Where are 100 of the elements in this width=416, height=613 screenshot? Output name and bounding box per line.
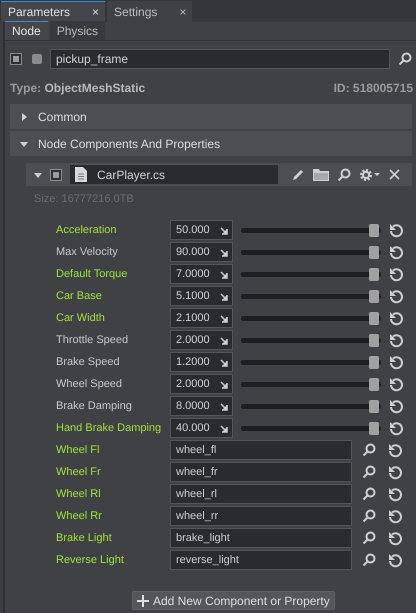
search-icon[interactable] bbox=[362, 553, 376, 567]
checkbox[interactable] bbox=[10, 52, 22, 64]
field-value: 8.0000 bbox=[176, 400, 210, 412]
number-field[interactable]: 90.000 bbox=[170, 242, 233, 262]
search-icon[interactable] bbox=[362, 509, 376, 523]
reset-icon[interactable] bbox=[388, 508, 403, 524]
node-name-field[interactable]: pickup_frame bbox=[50, 48, 390, 68]
reset-icon[interactable] bbox=[388, 486, 403, 502]
expand-icon[interactable] bbox=[218, 335, 228, 345]
parameter-label: Throttle Speed bbox=[56, 334, 130, 346]
reset-icon[interactable] bbox=[389, 420, 404, 436]
number-field[interactable]: 40.000 bbox=[170, 418, 233, 438]
slider-track[interactable] bbox=[241, 268, 381, 280]
reset-icon[interactable] bbox=[388, 442, 403, 458]
sub-tab[interactable]: Node bbox=[5, 21, 48, 40]
expand-icon[interactable] bbox=[218, 357, 228, 367]
search-icon[interactable] bbox=[362, 487, 376, 501]
search-icon[interactable] bbox=[362, 531, 376, 545]
object-field[interactable]: wheel_rl bbox=[170, 484, 352, 504]
parameter-label: Car Base bbox=[56, 290, 103, 302]
parameter-label: Wheel Fr bbox=[56, 466, 102, 478]
slider-track[interactable] bbox=[241, 422, 381, 434]
reset-icon[interactable] bbox=[388, 464, 403, 480]
close-icon[interactable] bbox=[389, 169, 400, 180]
sub-tab[interactable]: Physics bbox=[50, 21, 106, 40]
file-field[interactable]: CarPlayer.cs bbox=[70, 165, 278, 184]
collapse-arrow-icon[interactable] bbox=[34, 170, 42, 178]
reset-icon[interactable] bbox=[389, 244, 404, 260]
expand-icon[interactable] bbox=[218, 291, 228, 301]
reset-icon[interactable] bbox=[388, 530, 403, 546]
reset-icon[interactable] bbox=[389, 398, 404, 414]
number-field[interactable]: 50.000 bbox=[170, 220, 233, 240]
number-field[interactable]: 2.0000 bbox=[170, 374, 233, 394]
document-icon bbox=[75, 167, 87, 182]
slider-thumb[interactable] bbox=[369, 422, 379, 434]
panel-tab[interactable]: Settings × bbox=[107, 1, 192, 22]
search-icon[interactable] bbox=[337, 168, 351, 182]
object-field[interactable]: brake_light bbox=[170, 528, 352, 548]
object-field[interactable]: wheel_rr bbox=[170, 506, 352, 526]
section-header[interactable]: Common bbox=[10, 104, 412, 129]
field-value: 1.2000 bbox=[176, 356, 210, 368]
expand-icon[interactable] bbox=[218, 379, 228, 389]
search-icon[interactable] bbox=[362, 465, 376, 479]
slider-thumb[interactable] bbox=[369, 312, 379, 324]
number-field[interactable]: 7.0000 bbox=[170, 264, 233, 284]
number-field[interactable]: 2.1000 bbox=[170, 308, 233, 328]
slider-track[interactable] bbox=[241, 224, 381, 236]
reset-icon[interactable] bbox=[389, 310, 404, 326]
tab-label: Parameters bbox=[8, 5, 70, 19]
slider-thumb[interactable] bbox=[369, 290, 379, 302]
reset-icon[interactable] bbox=[388, 552, 403, 568]
slider-thumb[interactable] bbox=[369, 334, 379, 346]
parameter-label: Hand Brake Damping bbox=[56, 422, 162, 434]
slider-track[interactable] bbox=[241, 334, 381, 346]
folder-icon[interactable] bbox=[313, 168, 329, 181]
collapse-arrow-icon[interactable] bbox=[20, 140, 28, 148]
object-field[interactable]: wheel_fl bbox=[170, 440, 352, 460]
expand-icon[interactable] bbox=[218, 401, 228, 411]
slider-track[interactable] bbox=[241, 378, 381, 390]
number-field[interactable]: 1.2000 bbox=[170, 352, 233, 372]
number-field[interactable]: 8.0000 bbox=[170, 396, 233, 416]
pencil-icon[interactable] bbox=[292, 168, 305, 181]
slider-thumb[interactable] bbox=[369, 246, 379, 258]
slider-track[interactable] bbox=[241, 290, 381, 302]
expand-icon[interactable] bbox=[218, 225, 228, 235]
slider-track[interactable] bbox=[241, 356, 381, 368]
slider-thumb[interactable] bbox=[369, 400, 379, 412]
slider-track[interactable] bbox=[241, 312, 381, 324]
slider-thumb[interactable] bbox=[369, 378, 379, 390]
number-field[interactable]: 5.1000 bbox=[170, 286, 233, 306]
search-icon[interactable] bbox=[398, 52, 412, 66]
slider-thumb[interactable] bbox=[369, 268, 379, 280]
field-value: 2.0000 bbox=[176, 378, 210, 390]
slider-thumb[interactable] bbox=[369, 356, 379, 368]
reset-icon[interactable] bbox=[389, 332, 404, 348]
reset-icon[interactable] bbox=[389, 222, 404, 238]
number-field[interactable]: 2.0000 bbox=[170, 330, 233, 350]
expand-icon[interactable] bbox=[218, 423, 228, 433]
expand-icon[interactable] bbox=[218, 269, 228, 279]
section-header[interactable]: Node Components And Properties bbox=[10, 131, 412, 156]
reset-icon[interactable] bbox=[389, 376, 404, 392]
add-component-button[interactable]: Add New Component or Property bbox=[132, 591, 335, 610]
object-field[interactable]: reverse_light bbox=[170, 550, 352, 570]
reset-icon[interactable] bbox=[389, 354, 404, 370]
search-icon[interactable] bbox=[362, 443, 376, 457]
reset-icon[interactable] bbox=[389, 288, 404, 304]
close-icon[interactable]: × bbox=[179, 5, 186, 19]
reset-icon[interactable] bbox=[389, 266, 404, 282]
expand-arrow-icon[interactable] bbox=[20, 112, 28, 120]
expand-icon[interactable] bbox=[218, 247, 228, 257]
slider-track[interactable] bbox=[241, 400, 381, 412]
panel-tab[interactable]: Parameters × bbox=[1, 1, 106, 22]
slider-thumb[interactable] bbox=[369, 224, 379, 236]
parameter-label: Default Torque bbox=[56, 268, 128, 280]
expand-icon[interactable] bbox=[218, 313, 228, 323]
checkbox[interactable] bbox=[50, 168, 62, 180]
slider-track[interactable] bbox=[241, 246, 381, 258]
gear-icon[interactable] bbox=[359, 168, 381, 182]
object-field[interactable]: wheel_fr bbox=[170, 462, 352, 482]
close-icon[interactable]: × bbox=[92, 5, 100, 19]
